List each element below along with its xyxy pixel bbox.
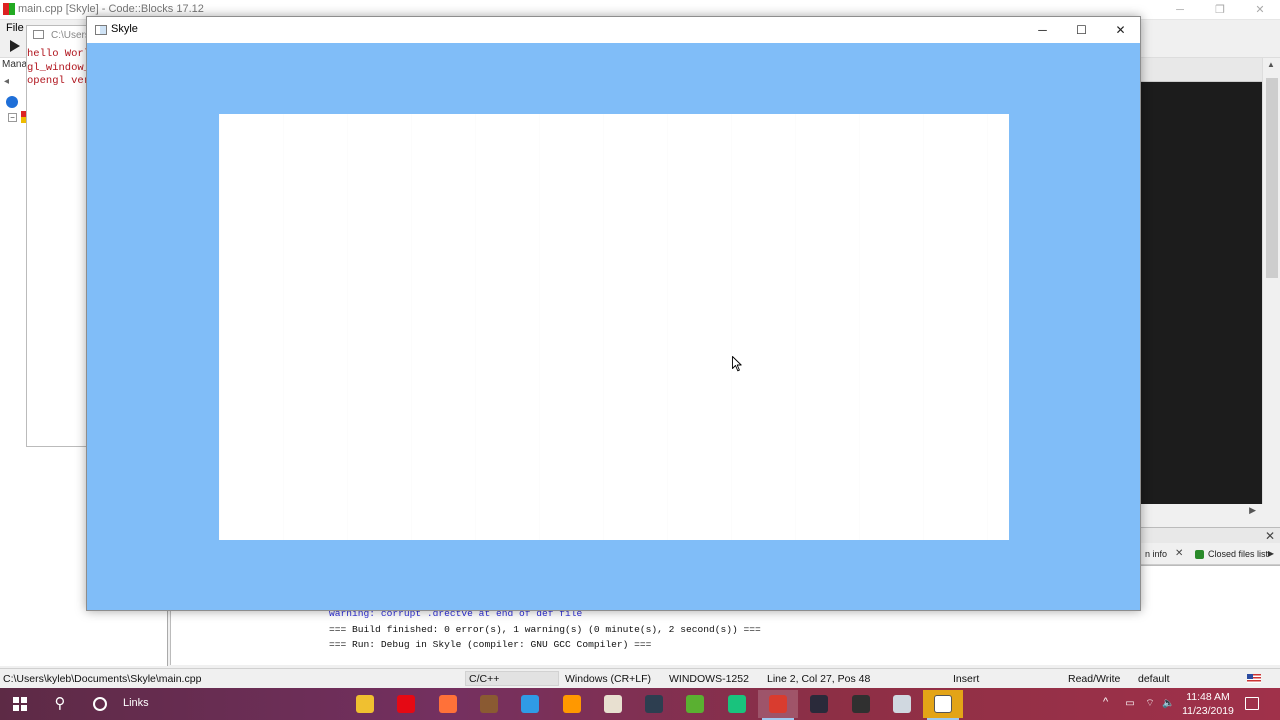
volume-icon[interactable]: 🔈 bbox=[1162, 698, 1174, 710]
network-icon[interactable]: ⌔ bbox=[1144, 698, 1156, 710]
cortana-icon bbox=[93, 697, 107, 711]
us-flag-icon bbox=[1247, 674, 1261, 683]
status-insert-mode: Insert bbox=[953, 673, 980, 685]
codeblocks-icon bbox=[769, 695, 787, 713]
taskbar-obs-button[interactable] bbox=[841, 690, 881, 718]
rendered-white-quad bbox=[219, 114, 1009, 540]
scroll-up-icon[interactable]: ▲ bbox=[1267, 60, 1275, 69]
codeblocks-restore-button[interactable]: ❐ bbox=[1200, 0, 1240, 20]
console-line: gl_window_ bbox=[27, 61, 91, 74]
build-log-line: === Run: Debug in Skyle (compiler: GNU G… bbox=[329, 639, 652, 650]
scrollbar-thumb[interactable] bbox=[1266, 78, 1278, 278]
taskbar-vscode-button[interactable] bbox=[510, 690, 550, 718]
closed-files-icon bbox=[1195, 550, 1204, 559]
tab-info[interactable]: n info bbox=[1145, 549, 1167, 559]
links-toolbar[interactable]: Links bbox=[123, 697, 149, 709]
utorrent-icon bbox=[686, 695, 704, 713]
console-line: opengl ver bbox=[27, 75, 91, 87]
minimize-button[interactable]: ─ bbox=[1023, 17, 1062, 43]
notification-center-icon[interactable] bbox=[1245, 697, 1259, 710]
status-file-path: C:\Users\kyleb\Documents\Skyle\main.cpp bbox=[3, 673, 202, 685]
menu-file[interactable]: File bbox=[6, 22, 24, 34]
workspace-icon[interactable] bbox=[6, 96, 18, 108]
taskbar-firefox-button[interactable] bbox=[428, 690, 468, 718]
taskbar-utorrent-button[interactable] bbox=[675, 690, 715, 718]
skyle-window[interactable]: Skyle ─ ☐ ✕ bbox=[86, 16, 1141, 611]
clock-time[interactable]: 11:48 AM bbox=[1178, 691, 1238, 703]
tree-collapse-icon[interactable]: − bbox=[8, 113, 17, 122]
taskbar-game-button[interactable] bbox=[469, 690, 509, 718]
game-icon bbox=[480, 695, 498, 713]
vscode-icon bbox=[521, 695, 539, 713]
mouse-cursor-icon bbox=[732, 356, 742, 372]
editor-tab-strip bbox=[1140, 58, 1280, 82]
taskbar-nox-player-button[interactable] bbox=[634, 690, 674, 718]
console-app-icon bbox=[33, 30, 44, 39]
chevron-right-icon[interactable]: ▶ bbox=[1268, 549, 1274, 558]
nox-player-icon bbox=[645, 695, 663, 713]
vertical-scrollbar[interactable]: ▲ bbox=[1262, 58, 1280, 504]
taskbar-paint-tool-button[interactable] bbox=[882, 690, 922, 718]
logs-panel-header: ✕ bbox=[1141, 527, 1280, 543]
build-log-line: === Build finished: 0 error(s), 1 warnin… bbox=[329, 623, 761, 635]
obs-icon bbox=[852, 695, 870, 713]
taskbar-sublime-text-button[interactable] bbox=[552, 690, 592, 718]
editor-area[interactable] bbox=[1141, 82, 1262, 504]
codeblocks-window-title: main.cpp [Skyle] - Code::Blocks 17.12 bbox=[18, 3, 204, 15]
taskbar-popcorn-time-button[interactable] bbox=[593, 690, 633, 718]
codeblocks-app-icon bbox=[3, 3, 15, 15]
paint-tool-icon bbox=[893, 695, 911, 713]
skyle-window-title: Skyle bbox=[111, 23, 138, 35]
taskbar-file-explorer-button[interactable] bbox=[345, 690, 385, 718]
tray-overflow-icon[interactable]: ^ bbox=[1103, 696, 1108, 708]
taskbar: ⚲ Links ^ ▭ ⌔ 🔈 11:48 AM 11/23/2019 bbox=[0, 688, 1280, 720]
codeblocks-close-button[interactable]: ✕ bbox=[1240, 0, 1280, 20]
status-cursor-position: Line 2, Col 27, Pos 48 bbox=[767, 673, 871, 685]
popcorn-time-icon bbox=[604, 695, 622, 713]
cortana-button[interactable] bbox=[80, 688, 120, 720]
firefox-icon bbox=[439, 695, 457, 713]
status-profile: default bbox=[1138, 673, 1170, 685]
horizontal-scrollbar[interactable]: ▶ bbox=[1141, 504, 1262, 518]
start-button[interactable] bbox=[0, 688, 40, 720]
taskbar-codeblocks-console-button[interactable] bbox=[923, 690, 963, 720]
opengl-viewport[interactable] bbox=[87, 43, 1140, 610]
netflix-icon bbox=[397, 695, 415, 713]
codeblocks-minimize-button[interactable]: ─ bbox=[1160, 0, 1200, 20]
status-line-endings: Windows (CR+LF) bbox=[565, 673, 652, 685]
taskbar-netflix-button[interactable] bbox=[386, 690, 426, 718]
status-encoding: WINDOWS-1252 bbox=[669, 673, 749, 685]
taskbar-chatgpt-button[interactable] bbox=[717, 690, 757, 718]
close-button[interactable]: ✕ bbox=[1101, 17, 1140, 43]
file-explorer-icon bbox=[356, 695, 374, 713]
status-bar: C:\Users\kyleb\Documents\Skyle\main.cpp … bbox=[0, 668, 1280, 688]
tab-closed-files-list[interactable]: Closed files list bbox=[1208, 549, 1268, 559]
battery-icon[interactable]: ▭ bbox=[1124, 698, 1136, 710]
close-icon[interactable]: ✕ bbox=[1175, 548, 1183, 559]
davinci-resolve-icon bbox=[810, 695, 828, 713]
codeblocks-console-icon bbox=[934, 695, 952, 713]
scroll-right-icon[interactable]: ▶ bbox=[1249, 505, 1256, 516]
sublime-text-icon bbox=[563, 695, 581, 713]
chatgpt-icon bbox=[728, 695, 746, 713]
logs-tabs: n info ✕ Closed files list ▶ bbox=[1141, 545, 1280, 565]
console-title: C:\Users bbox=[51, 30, 90, 41]
windows-logo-icon bbox=[13, 697, 27, 711]
status-read-write: Read/Write bbox=[1068, 673, 1121, 685]
window-app-icon bbox=[95, 25, 107, 35]
clock-date[interactable]: 11/23/2019 bbox=[1178, 705, 1238, 717]
skyle-titlebar[interactable]: Skyle ─ ☐ ✕ bbox=[87, 17, 1140, 43]
status-language: C/C++ bbox=[469, 673, 500, 685]
console-titlebar[interactable]: C:\Users bbox=[27, 26, 95, 44]
console-line: hello Worl bbox=[27, 48, 91, 60]
taskbar-codeblocks-button[interactable] bbox=[758, 690, 798, 720]
search-icon[interactable]: ⚲ bbox=[40, 688, 80, 720]
chevron-left-icon[interactable]: ◂ bbox=[4, 76, 16, 88]
close-icon[interactable]: ✕ bbox=[1265, 528, 1275, 544]
console-output: hello Worl gl_window_ opengl ver bbox=[27, 48, 90, 89]
run-icon[interactable] bbox=[10, 40, 20, 52]
maximize-button[interactable]: ☐ bbox=[1062, 17, 1101, 43]
taskbar-davinci-resolve-button[interactable] bbox=[799, 690, 839, 718]
build-log: warning: corrupt .drectve at end of def … bbox=[329, 606, 761, 653]
